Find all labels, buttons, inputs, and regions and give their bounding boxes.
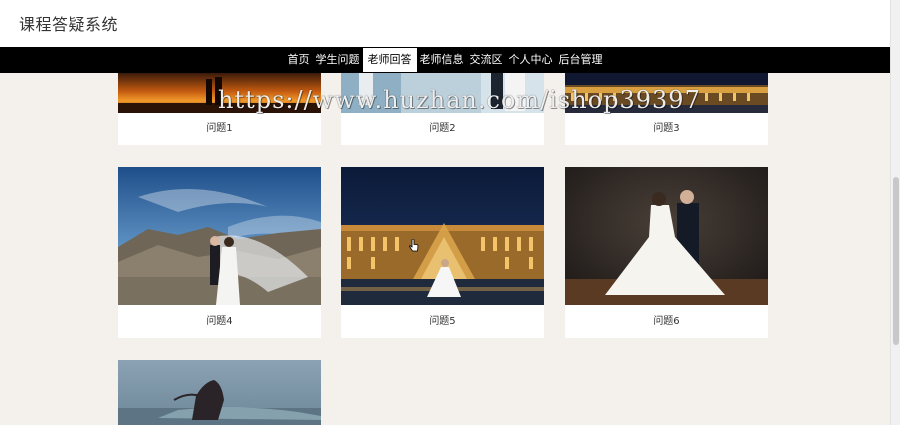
- header: 课程答疑系统: [0, 0, 890, 47]
- nav-admin[interactable]: 后台管理: [556, 47, 606, 73]
- nav-home[interactable]: 首页: [285, 47, 313, 73]
- scrollbar-thumb[interactable]: [893, 177, 899, 345]
- question-image[interactable]: [565, 167, 768, 305]
- question-image[interactable]: [118, 167, 321, 305]
- nav-teacher-answers[interactable]: 老师回答: [362, 48, 417, 72]
- nav-teacher-info[interactable]: 老师信息: [417, 47, 467, 73]
- question-title[interactable]: 问题5: [341, 305, 544, 338]
- question-title[interactable]: 问题1: [118, 113, 321, 145]
- site-title: 课程答疑系统: [19, 15, 119, 34]
- question-title[interactable]: 问题6: [565, 305, 768, 338]
- question-card-7[interactable]: [118, 360, 321, 425]
- nav-forum[interactable]: 交流区: [467, 47, 506, 73]
- question-card-4[interactable]: 问题4: [118, 167, 321, 338]
- mouse-cursor-icon: [409, 237, 419, 256]
- question-title[interactable]: 问题3: [565, 113, 768, 145]
- question-card-6[interactable]: 问题6: [565, 167, 768, 338]
- question-title[interactable]: 问题4: [118, 305, 321, 338]
- nav-personal-center[interactable]: 个人中心: [506, 47, 556, 73]
- nav-student-questions[interactable]: 学生问题: [313, 47, 363, 73]
- question-image[interactable]: [118, 360, 321, 425]
- question-image[interactable]: [341, 167, 544, 305]
- question-title[interactable]: 问题2: [341, 113, 544, 145]
- main-nav: 首页 学生问题 老师回答 老师信息 交流区 个人中心 后台管理: [0, 47, 890, 73]
- page-scrollbar[interactable]: [890, 0, 900, 425]
- question-card-5[interactable]: 问题5: [341, 167, 544, 338]
- watermark-text: https://www.huzhan.com/ishop39397: [218, 86, 701, 114]
